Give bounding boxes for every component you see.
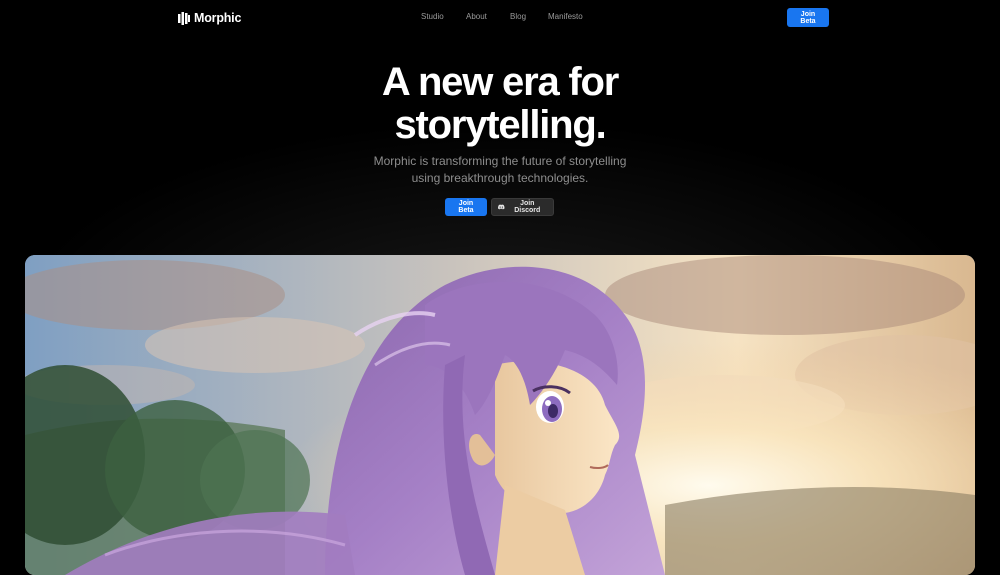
hero-actions: Join Beta Join Discord (445, 198, 554, 216)
nav-link-manifesto[interactable]: Manifesto (548, 12, 583, 21)
hero-join-beta-button[interactable]: Join Beta (445, 198, 487, 216)
hero-title-line1: A new era for (381, 60, 620, 104)
nav-join-beta-button[interactable]: Join Beta (787, 8, 829, 27)
hero-subtitle: Morphic is transforming the future of st… (350, 153, 650, 186)
brand-link[interactable]: Morphic (178, 10, 241, 26)
nav-link-about[interactable]: About (466, 12, 487, 21)
nav-link-studio[interactable]: Studio (421, 12, 444, 21)
join-discord-label: Join Discord (514, 200, 541, 214)
hero-image (25, 255, 975, 575)
brand-name: Morphic (194, 11, 242, 25)
morphic-logo-icon (178, 11, 190, 25)
hero-title-line2: storytelling. (394, 103, 606, 147)
hero-title: A new era for storytelling. (0, 61, 1000, 147)
hero-subtitle-line1: Morphic is transforming the future of st… (373, 154, 627, 168)
hero-subtitle-line2: using breakthrough technologies. (411, 170, 589, 185)
discord-icon (498, 204, 505, 210)
join-discord-button[interactable]: Join Discord (491, 198, 554, 216)
top-navbar: Morphic Studio About Blog Manifesto Join… (0, 0, 1000, 36)
nav-link-blog[interactable]: Blog (510, 12, 526, 21)
anime-girl-illustration (25, 255, 975, 575)
